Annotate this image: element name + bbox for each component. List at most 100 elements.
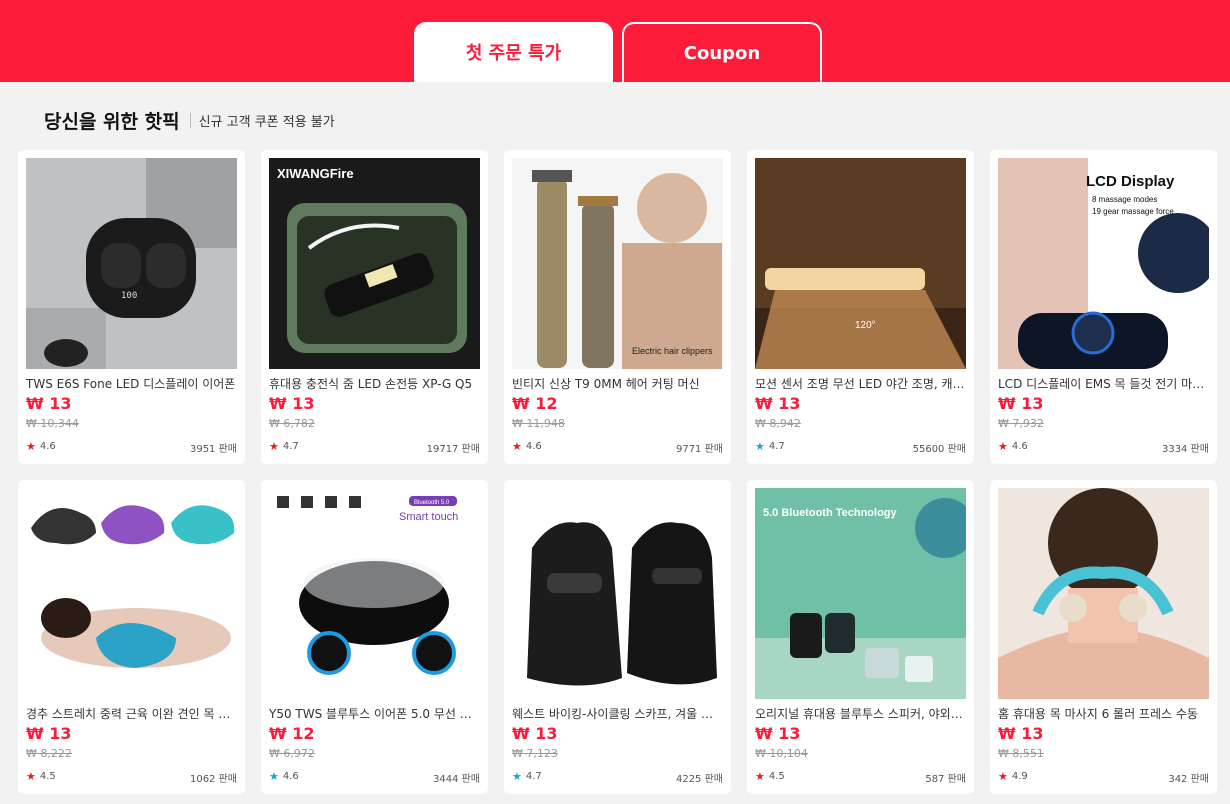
- earbuds-image[interactable]: 100: [26, 158, 237, 369]
- star-icon: ★: [26, 770, 36, 783]
- product-card[interactable]: 100 TWS E6S Fone LED 디스플레이 이어폰 ₩ 13 ₩ 10…: [18, 150, 245, 464]
- product-original-price: ₩ 11,948: [512, 417, 565, 430]
- product-price: ₩ 13: [755, 394, 801, 413]
- night-light-image[interactable]: 120°: [755, 158, 966, 369]
- product-card[interactable]: XIWANGFire 휴대용 충전식 줌 LED 손전등 XP-G Q5 ₩ 1…: [261, 150, 488, 464]
- star-icon: ★: [512, 440, 522, 453]
- product-card[interactable]: Electric hair clippers 빈티지 신상 T9 0MM 헤어 …: [504, 150, 731, 464]
- sold-count: 342 판매: [1168, 774, 1209, 785]
- product-rating: ★ 4.5: [755, 770, 785, 783]
- section-header: 당신을 위한 핫픽 신규 고객 쿠폰 적용 불가: [44, 106, 335, 134]
- star-icon: ★: [755, 440, 765, 453]
- star-icon: ★: [998, 770, 1008, 783]
- speaker-image[interactable]: 5.0 Bluetooth Technology: [755, 488, 966, 699]
- product-price: ₩ 13: [998, 394, 1044, 413]
- product-card[interactable]: 경추 스트레치 중력 근육 이완 견인 목 베개 ₩ 13 ₩ 8,222 ★ 4…: [18, 480, 245, 794]
- product-title[interactable]: 빈티지 신상 T9 0MM 헤어 커팅 머신: [512, 375, 723, 392]
- product-original-price: ₩ 8,551: [998, 747, 1044, 760]
- flashlight-image[interactable]: XIWANGFire: [269, 158, 480, 369]
- image-sub-text: 8 massage modes: [1092, 195, 1157, 204]
- product-original-price: ₩ 7,932: [998, 417, 1044, 430]
- product-card[interactable]: 5.0 Bluetooth Technology 오리지널 휴대용 블루투스 스…: [747, 480, 974, 794]
- product-price: ₩ 13: [755, 724, 801, 743]
- product-price: ₩ 12: [269, 724, 315, 743]
- product-rating: ★ 4.9: [998, 770, 1028, 783]
- product-price: ₩ 13: [26, 724, 72, 743]
- star-icon: ★: [269, 770, 279, 783]
- earphones-image[interactable]: Bluetooth 5.0 Smart touch: [269, 488, 480, 699]
- tab-first-order-deal[interactable]: 첫 주문 특가: [414, 22, 613, 82]
- product-original-price: ₩ 8,942: [755, 417, 801, 430]
- rating-value: 4.9: [1011, 771, 1028, 782]
- product-original-price: ₩ 10,104: [755, 747, 808, 760]
- product-card[interactable]: Bluetooth 5.0 Smart touch Y50 TWS 블루투스 이…: [261, 480, 488, 794]
- star-icon: ★: [269, 440, 279, 453]
- sold-count: 4225 판매: [675, 774, 723, 785]
- tab-coupon[interactable]: Coupon: [622, 22, 822, 82]
- product-card[interactable]: 120° 모션 센서 조명 무선 LED 야간 조명, 캐비닛 ₩ 13 ₩ 8…: [747, 150, 974, 464]
- product-title[interactable]: TWS E6S Fone LED 디스플레이 이어폰: [26, 375, 237, 392]
- star-icon: ★: [755, 770, 765, 783]
- sold-count: 1062 판매: [189, 774, 237, 785]
- product-title[interactable]: 경추 스트레치 중력 근육 이완 견인 목 베개: [26, 705, 237, 722]
- star-icon: ★: [26, 440, 36, 453]
- product-original-price: ₩ 7,123: [512, 747, 558, 760]
- image-headline-text: Smart touch: [399, 511, 458, 523]
- product-rating: ★ 4.7: [755, 440, 785, 453]
- product-title[interactable]: LCD 디스플레이 EMS 목 들것 전기 마사지기: [998, 375, 1209, 392]
- product-rating: ★ 4.6: [512, 440, 542, 453]
- neck-roller-image[interactable]: [998, 488, 1209, 699]
- image-brand-text: XIWANGFire: [277, 166, 354, 181]
- hair-clipper-image[interactable]: Electric hair clippers: [512, 158, 723, 369]
- rating-value: 4.7: [525, 771, 542, 782]
- sold-count: 587 판매: [925, 774, 966, 785]
- sold-count: 55600 판매: [912, 444, 966, 455]
- rating-value: 4.6: [1011, 441, 1028, 452]
- rating-value: 4.7: [282, 441, 299, 452]
- product-title[interactable]: 휴대용 충전식 줌 LED 손전등 XP-G Q5: [269, 375, 480, 392]
- rating-value: 4.5: [39, 771, 56, 782]
- rating-value: 4.6: [39, 441, 56, 452]
- sold-count: 3951 판매: [189, 444, 237, 455]
- product-title[interactable]: 홈 휴대용 목 마사지 6 롤러 프레스 수동: [998, 705, 1209, 722]
- neck-pillow-image[interactable]: [26, 488, 237, 699]
- rating-value: 4.6: [525, 441, 542, 452]
- product-card[interactable]: 홈 휴대용 목 마사지 6 롤러 프레스 수동 ₩ 13 ₩ 8,551 ★ 4.…: [990, 480, 1217, 794]
- product-original-price: ₩ 6,972: [269, 747, 315, 760]
- product-rating: ★ 4.6: [998, 440, 1028, 453]
- image-headline-text: LCD Display: [1086, 173, 1175, 190]
- balaclava-image[interactable]: [512, 488, 723, 699]
- product-card[interactable]: 웨스트 바이킹-사이클링 스카프, 겨울 방한 ₩ 13 ₩ 7,123 ★ 4.…: [504, 480, 731, 794]
- rating-value: 4.6: [282, 771, 299, 782]
- image-badge-text: Bluetooth 5.0: [414, 500, 450, 506]
- svg-text:100: 100: [121, 291, 137, 301]
- product-original-price: ₩ 10,344: [26, 417, 79, 430]
- sold-count: 3334 판매: [1161, 444, 1209, 455]
- product-title[interactable]: 오리지널 휴대용 블루투스 스피커, 야외 방수: [755, 705, 966, 722]
- product-title[interactable]: 웨스트 바이킹-사이클링 스카프, 겨울 방한: [512, 705, 723, 722]
- sold-count: 3444 판매: [432, 774, 480, 785]
- product-price: ₩ 13: [512, 724, 558, 743]
- image-sub-text: 19 gear massage force: [1092, 207, 1174, 216]
- rating-value: 4.7: [768, 441, 785, 452]
- rating-value: 4.5: [768, 771, 785, 782]
- image-caption-text: Electric hair clippers: [632, 346, 713, 356]
- product-price: ₩ 13: [269, 394, 315, 413]
- star-icon: ★: [512, 770, 522, 783]
- product-original-price: ₩ 6,782: [269, 417, 315, 430]
- image-angle-text: 120°: [855, 320, 876, 331]
- product-rating: ★ 4.6: [269, 770, 299, 783]
- sold-count: 9771 판매: [675, 444, 723, 455]
- image-headline-text: 5.0 Bluetooth Technology: [763, 507, 898, 519]
- product-price: ₩ 13: [998, 724, 1044, 743]
- product-rating: ★ 4.7: [512, 770, 542, 783]
- product-price: ₩ 12: [512, 394, 558, 413]
- section-title: 당신을 위한 핫픽: [44, 110, 180, 133]
- product-card[interactable]: LCD Display 8 massage modes 19 gear mass…: [990, 150, 1217, 464]
- product-rating: ★ 4.7: [269, 440, 299, 453]
- sold-count: 19717 판매: [426, 444, 480, 455]
- neck-massager-image[interactable]: LCD Display 8 massage modes 19 gear mass…: [998, 158, 1209, 369]
- product-title[interactable]: 모션 센서 조명 무선 LED 야간 조명, 캐비닛: [755, 375, 966, 392]
- star-icon: ★: [998, 440, 1008, 453]
- product-title[interactable]: Y50 TWS 블루투스 이어폰 5.0 무선 헤드폰: [269, 705, 480, 722]
